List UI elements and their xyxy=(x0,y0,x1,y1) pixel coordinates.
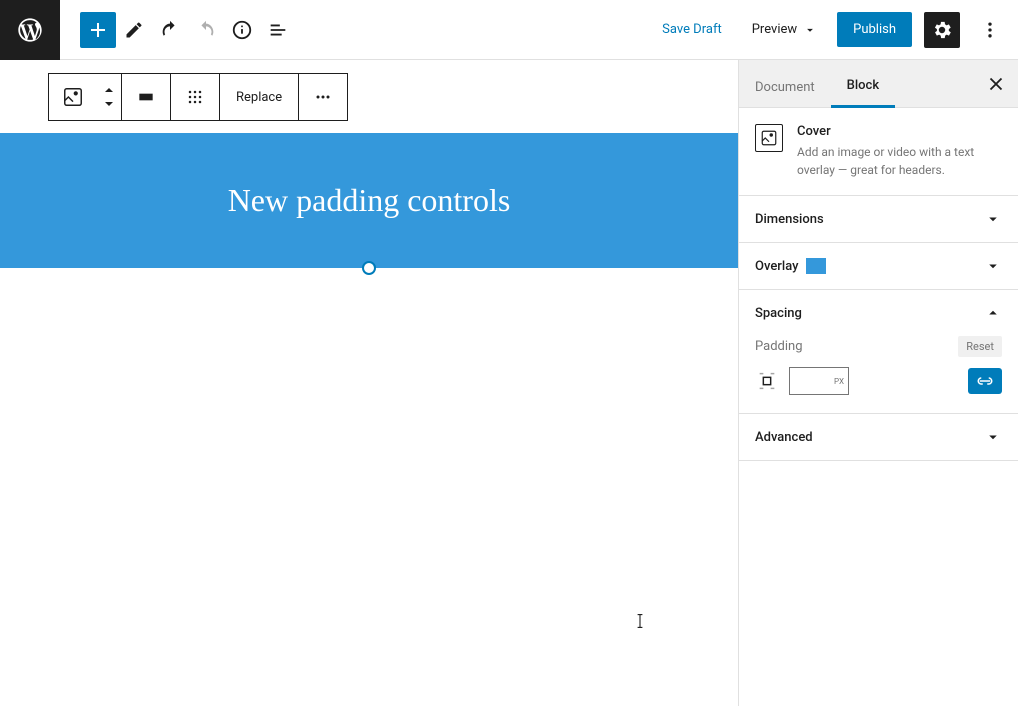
link-sides-button[interactable] xyxy=(968,368,1002,394)
panel-dimensions-toggle[interactable]: Dimensions xyxy=(739,196,1018,242)
info-button[interactable] xyxy=(224,12,260,48)
redo-button[interactable] xyxy=(188,12,224,48)
chevron-down-icon xyxy=(984,210,1002,228)
publish-button[interactable]: Publish xyxy=(837,12,912,47)
panel-spacing-toggle[interactable]: Spacing xyxy=(739,290,1018,336)
settings-sidebar: Document Block Cover Add an image or vid… xyxy=(738,60,1018,706)
content-position-button[interactable] xyxy=(171,74,219,120)
panel-dimensions: Dimensions xyxy=(739,196,1018,243)
block-toolbar: Replace xyxy=(48,73,348,121)
grid-dots-icon xyxy=(185,87,205,107)
settings-button[interactable] xyxy=(924,12,960,48)
panel-overlay-toggle[interactable]: Overlay xyxy=(739,243,1018,289)
padding-sides-icon xyxy=(755,369,779,393)
kebab-icon xyxy=(980,20,1000,40)
close-sidebar-button[interactable] xyxy=(982,70,1010,98)
text-caret-icon xyxy=(636,612,644,630)
panel-spacing: Spacing Padding Reset PX xyxy=(739,290,1018,414)
top-toolbar: Save Draft Preview Publish xyxy=(0,0,1018,60)
align-full-icon xyxy=(136,87,156,107)
more-options-button[interactable] xyxy=(972,12,1008,48)
panel-overlay: Overlay xyxy=(739,243,1018,290)
block-card: Cover Add an image or video with a text … xyxy=(739,108,1018,196)
padding-reset-button[interactable]: Reset xyxy=(958,336,1002,357)
chevron-down-icon xyxy=(984,428,1002,446)
chevron-down-icon xyxy=(984,257,1002,275)
padding-value-input[interactable]: PX xyxy=(789,367,849,395)
wordpress-logo-button[interactable] xyxy=(0,0,60,60)
cover-title[interactable]: New padding controls xyxy=(228,182,511,219)
cover-icon xyxy=(760,129,778,147)
move-up-down-button[interactable] xyxy=(97,74,121,120)
save-draft-button[interactable]: Save Draft xyxy=(652,16,732,43)
ellipsis-icon xyxy=(313,87,333,107)
padding-label: Padding xyxy=(755,339,803,354)
edit-mode-button[interactable] xyxy=(116,12,152,48)
block-card-description: Add an image or video with a text overla… xyxy=(797,143,1002,179)
preview-label: Preview xyxy=(752,22,797,37)
tab-document[interactable]: Document xyxy=(739,66,831,107)
outline-button[interactable] xyxy=(260,12,296,48)
cover-block[interactable]: New padding controls xyxy=(0,133,738,268)
move-arrows-icon xyxy=(101,86,117,108)
block-type-button[interactable] xyxy=(49,74,97,120)
undo-button[interactable] xyxy=(152,12,188,48)
replace-media-button[interactable]: Replace xyxy=(220,90,298,105)
tab-block[interactable]: Block xyxy=(831,64,895,108)
align-button[interactable] xyxy=(122,74,170,120)
add-block-button[interactable] xyxy=(80,12,116,48)
block-more-button[interactable] xyxy=(299,74,347,120)
cover-icon xyxy=(62,86,84,108)
editor-canvas[interactable]: Replace New padding controls xyxy=(0,60,738,706)
chevron-down-icon xyxy=(803,23,817,37)
link-icon xyxy=(976,374,994,388)
cover-resize-handle[interactable] xyxy=(362,261,376,275)
block-card-icon xyxy=(755,124,783,152)
panel-advanced: Advanced xyxy=(739,414,1018,461)
close-icon xyxy=(985,73,1007,95)
panel-advanced-toggle[interactable]: Advanced xyxy=(739,414,1018,460)
sidebar-tabs: Document Block xyxy=(739,60,1018,108)
gear-icon xyxy=(931,19,953,41)
block-card-title: Cover xyxy=(797,124,1002,139)
chevron-up-icon xyxy=(984,304,1002,322)
preview-button[interactable]: Preview xyxy=(744,16,825,43)
overlay-color-swatch[interactable] xyxy=(806,258,826,274)
